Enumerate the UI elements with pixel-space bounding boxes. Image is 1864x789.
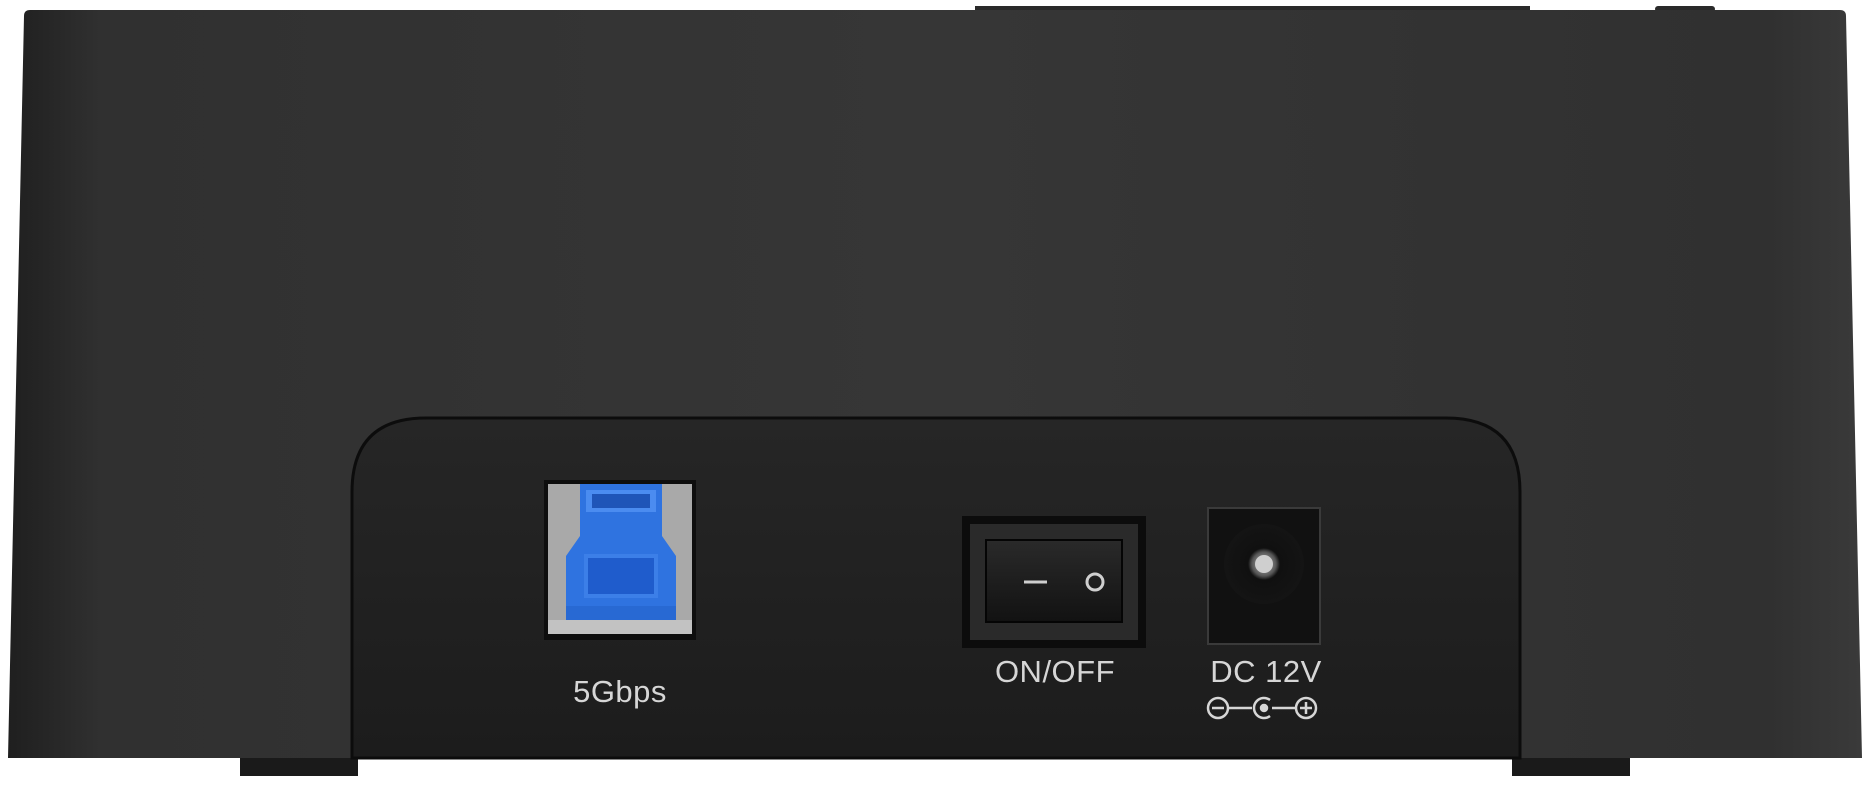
dc-jack-icon[interactable] [1207, 507, 1321, 645]
usb-speed-label: 5Gbps [573, 674, 667, 709]
usb-b-port-icon[interactable] [544, 480, 696, 640]
docking-station-rear-view: 5Gbps ON/OFF DC 12V [0, 0, 1864, 784]
power-switch-label: ON/OFF [994, 654, 1116, 689]
port-panel [350, 416, 1522, 760]
right-foot [1512, 758, 1630, 776]
left-foot [240, 758, 358, 776]
dc-input-label: DC 12V [1210, 654, 1322, 689]
docking-station-illustration [8, 6, 1862, 776]
power-switch-icon[interactable] [962, 516, 1146, 648]
